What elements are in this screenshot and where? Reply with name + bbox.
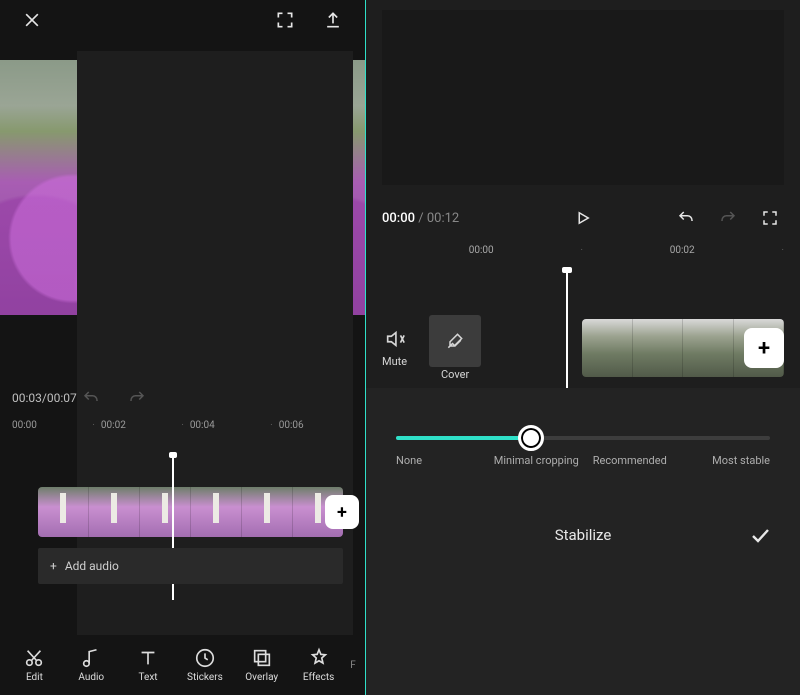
ruler-tick: 00:00 [12, 420, 86, 431]
add-clip-button-right[interactable]: + [744, 328, 784, 368]
slider-option-minimal[interactable]: Minimal cropping [490, 454, 584, 467]
cover-button[interactable]: Cover [429, 315, 481, 381]
add-audio-label: Add audio [65, 559, 119, 573]
undo-icon-right[interactable] [672, 204, 700, 232]
add-audio-row[interactable]: + Add audio [38, 548, 343, 584]
playback-bar-right: 00:00 / 00:12 [382, 198, 784, 238]
slider-option-recommended[interactable]: Recommended [583, 454, 677, 467]
slider-knob[interactable] [518, 425, 544, 451]
tool-overlay[interactable]: Overlay [233, 647, 290, 683]
expand-icon[interactable] [271, 6, 299, 34]
plus-icon: + [50, 559, 57, 573]
slider-labels: None Minimal cropping Recommended Most s… [396, 454, 770, 467]
export-icon[interactable] [319, 6, 347, 34]
ruler-tick: 00:00 [469, 245, 494, 256]
redo-icon[interactable] [123, 384, 151, 412]
tool-audio[interactable]: Audio [63, 647, 120, 683]
time-display-right: 00:00 / 00:12 [382, 211, 459, 226]
slider-option-none[interactable]: None [396, 454, 490, 467]
tool-effects[interactable]: Effects [290, 647, 347, 683]
add-clip-button[interactable]: + [325, 495, 359, 529]
ruler-tick: 00:02 [101, 420, 175, 431]
tool-text[interactable]: Text [120, 647, 177, 683]
play-button-right[interactable] [569, 204, 597, 232]
timeline-track-right[interactable]: Mute Cover + [382, 310, 784, 386]
ruler-tick: 00:04 [190, 420, 264, 431]
right-preview-placeholder [382, 10, 784, 185]
left-top-bar [0, 0, 365, 40]
ruler-tick: 00:02 [670, 245, 695, 256]
redo-icon-right[interactable] [714, 204, 742, 232]
stabilize-pane: 00:00 / 00:12 00:00 · 00:02 [366, 0, 800, 695]
expand-icon-right[interactable] [756, 204, 784, 232]
confirm-button[interactable] [746, 521, 774, 549]
panel-title: Stabilize [555, 526, 612, 544]
slider-option-most-stable[interactable]: Most stable [677, 454, 771, 467]
mute-button[interactable]: Mute [382, 328, 407, 368]
stabilize-slider[interactable] [396, 436, 770, 440]
tool-more[interactable]: F [347, 660, 359, 671]
time-display: 00:03/00:07 [12, 391, 77, 405]
stabilize-panel: None Minimal cropping Recommended Most s… [366, 388, 800, 695]
video-clip[interactable] [38, 487, 343, 537]
ruler-tick: 00:06 [279, 420, 353, 431]
undo-icon[interactable] [77, 384, 105, 412]
playhead-right[interactable] [566, 270, 568, 396]
tool-stickers[interactable]: Stickers [176, 647, 233, 683]
tool-edit[interactable]: Edit [6, 647, 63, 683]
timeline-ruler-right[interactable]: 00:00 · 00:02 · [382, 240, 784, 260]
playback-bar-left: 00:03/00:07 [0, 380, 365, 416]
timeline-ruler-left[interactable]: 00:00· 00:02· 00:04· 00:06 [0, 416, 365, 434]
editor-main-pane: 00:03/00:07 00:00· 00:02· 00:04· 00:06 [0, 0, 366, 695]
bottom-toolbar: Edit Audio Text Stickers Overlay Effects [0, 635, 365, 695]
close-icon[interactable] [18, 6, 46, 34]
